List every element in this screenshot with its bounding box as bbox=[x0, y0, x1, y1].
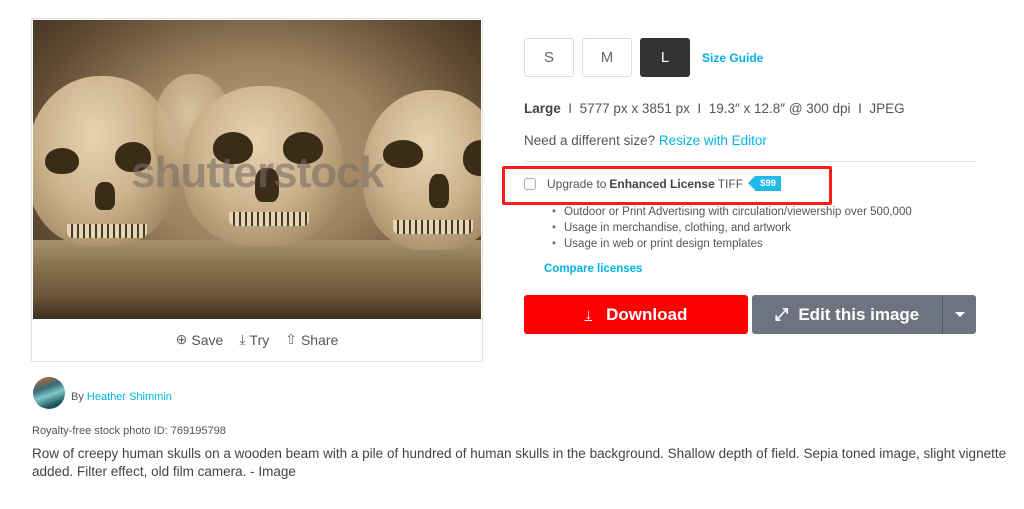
share-label: Share bbox=[300, 331, 339, 348]
photo-skull-eye bbox=[463, 140, 481, 176]
feature-item: Outdoor or Print Advertising with circul… bbox=[552, 204, 912, 220]
photo-skull-teeth bbox=[393, 220, 473, 234]
feature-item: Usage in merchandise, clothing, and artw… bbox=[552, 220, 912, 236]
upgrade-checkbox[interactable] bbox=[524, 177, 536, 190]
plus-circle-icon: ⊕ bbox=[175, 331, 188, 347]
spec-separator: I bbox=[697, 101, 702, 116]
size-l-button[interactable]: L bbox=[640, 38, 690, 77]
share-button[interactable]: ⇧ Share bbox=[285, 331, 338, 348]
photo-beam bbox=[33, 240, 481, 319]
price-tag: $99 bbox=[748, 176, 781, 191]
photo-id: Royalty-free stock photo ID: 769195798 bbox=[32, 425, 226, 437]
photo-skull-nose bbox=[95, 182, 115, 210]
try-button[interactable]: ⤓ Try bbox=[239, 331, 269, 348]
photo-skull-nose bbox=[429, 174, 449, 208]
feature-item: Usage in web or print design templates bbox=[552, 236, 912, 252]
size-guide-link[interactable]: Size Guide bbox=[702, 51, 763, 65]
photo-skull-teeth bbox=[67, 224, 147, 238]
spec-separator: I bbox=[858, 101, 862, 116]
author-prefix: By bbox=[71, 391, 84, 403]
license-features: Outdoor or Print Advertising with circul… bbox=[552, 204, 912, 252]
download-try-icon: ⤓ bbox=[239, 331, 246, 347]
stock-photo[interactable]: shutterstock bbox=[33, 20, 481, 319]
author-line: By Heather Shimmin bbox=[71, 391, 172, 403]
pixel-dimensions: 5777 px x 3851 px bbox=[579, 101, 690, 116]
edit-image-button-group: ⤢ Edit this image bbox=[752, 295, 976, 334]
size-name: Large bbox=[524, 101, 561, 116]
try-label: Try bbox=[249, 331, 270, 348]
author-avatar[interactable] bbox=[33, 377, 65, 409]
upgrade-license-name: Enhanced License bbox=[609, 176, 715, 191]
download-icon: ↓ bbox=[584, 306, 593, 323]
image-description: Row of creepy human skulls on a wooden b… bbox=[32, 446, 1007, 479]
edit-image-button[interactable]: ⤢ Edit this image bbox=[752, 295, 942, 334]
size-spec: Large I 5777 px x 3851 px I 19.3″ x 12.8… bbox=[524, 101, 905, 116]
save-label: Save bbox=[191, 331, 224, 348]
save-button[interactable]: ⊕ Save bbox=[176, 331, 224, 348]
image-card: shutterstock ⊕ Save ⤓ Try ⇧ Share bbox=[31, 18, 483, 362]
file-format: JPEG bbox=[869, 101, 905, 116]
edit-icon: ⤢ bbox=[774, 304, 789, 324]
resize-with-editor-link[interactable]: Resize with Editor bbox=[659, 133, 767, 148]
print-dimensions: 19.3″ x 12.8″ @ 300 dpi bbox=[708, 101, 851, 116]
photo-skull-eye bbox=[45, 148, 79, 174]
compare-licenses-link[interactable]: Compare licenses bbox=[544, 263, 642, 275]
image-actions: ⊕ Save ⤓ Try ⇧ Share bbox=[32, 331, 482, 348]
caret-down-icon bbox=[954, 312, 965, 317]
upgrade-prefix: Upgrade to bbox=[547, 176, 607, 191]
upgrade-license-option: Upgrade to Enhanced License TIFF $99 bbox=[524, 176, 781, 191]
edit-label: Edit this image bbox=[798, 304, 920, 324]
edit-dropdown-button[interactable] bbox=[942, 295, 976, 334]
author-name-link[interactable]: Heather Shimmin bbox=[87, 391, 172, 403]
photo-skull-teeth bbox=[229, 212, 309, 226]
watermark: shutterstock bbox=[131, 148, 384, 197]
upgrade-format: TIFF bbox=[717, 176, 744, 191]
resize-row: Need a different size? Resize with Edito… bbox=[524, 133, 767, 148]
download-label: Download bbox=[606, 304, 688, 324]
size-selector: S M L Size Guide bbox=[524, 38, 763, 77]
size-m-button[interactable]: M bbox=[582, 38, 632, 77]
divider bbox=[524, 161, 976, 162]
resize-prompt: Need a different size? bbox=[524, 133, 656, 148]
download-button[interactable]: ↓ Download bbox=[524, 295, 748, 334]
spec-separator: I bbox=[568, 101, 573, 116]
share-icon: ⇧ bbox=[285, 331, 297, 347]
size-s-button[interactable]: S bbox=[524, 38, 574, 77]
photo-skull-eye bbox=[383, 140, 423, 168]
